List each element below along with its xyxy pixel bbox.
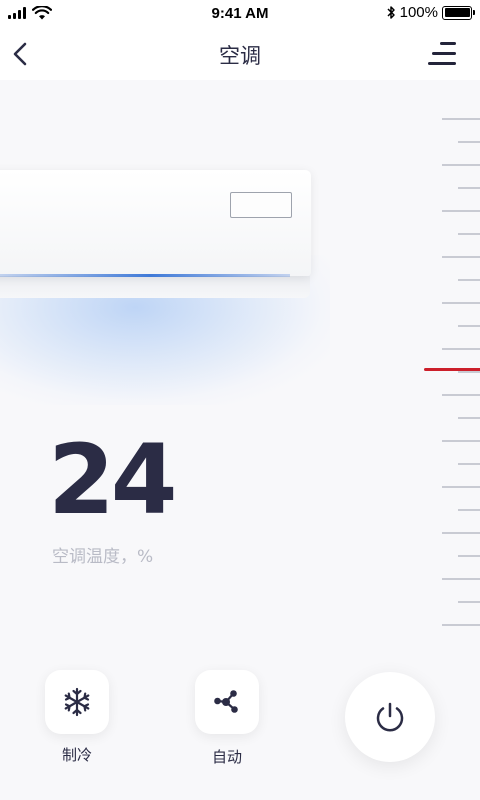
snowflake-icon: [64, 687, 90, 717]
ruler-tick: [458, 417, 480, 419]
menu-icon-line: [440, 42, 456, 45]
power-button[interactable]: [345, 672, 435, 762]
status-right: 100%: [386, 4, 475, 21]
ruler-tick: [458, 279, 480, 281]
temperature-value: 24: [48, 424, 178, 536]
battery-icon: [442, 5, 475, 20]
battery-percent: 100%: [399, 4, 438, 21]
share-nodes-icon: [214, 690, 238, 713]
ruler-tick: [442, 302, 480, 304]
ruler-tick: [458, 555, 480, 557]
nav-bar: 空调: [0, 28, 480, 80]
ruler-tick: [442, 394, 480, 396]
temperature-label: 空调温度，%: [52, 547, 154, 567]
menu-icon-line: [428, 62, 456, 65]
menu-icon-line: [432, 52, 456, 55]
ruler-tick: [442, 486, 480, 488]
ruler-tick: [442, 578, 480, 580]
ruler-tick: [458, 601, 480, 603]
menu-button[interactable]: [428, 42, 456, 66]
ruler-tick: [442, 210, 480, 212]
power-icon: [376, 702, 404, 732]
ruler-tick: [458, 371, 480, 373]
bluetooth-icon: [387, 6, 395, 19]
ruler-tick: [458, 233, 480, 235]
ruler-tick: [442, 440, 480, 442]
ruler-indicator[interactable]: [424, 368, 480, 371]
ac-vent: [0, 274, 290, 277]
ruler-tick: [458, 187, 480, 189]
ruler-tick: [458, 463, 480, 465]
status-bar: 9:41 AM 100%: [0, 0, 480, 28]
cool-mode-label: 制冷: [61, 746, 92, 764]
back-button[interactable]: [10, 40, 32, 68]
ac-illustration: [0, 80, 480, 440]
ruler-tick: [442, 164, 480, 166]
ruler-tick: [442, 624, 480, 626]
ruler-tick: [442, 256, 480, 258]
ac-unit-bottom: [0, 276, 310, 298]
ruler-tick: [458, 141, 480, 143]
temperature-ruler[interactable]: [420, 110, 480, 630]
cool-mode-button[interactable]: [45, 670, 109, 734]
ruler-tick: [442, 348, 480, 350]
ruler-tick: [442, 532, 480, 534]
ac-display-panel: [230, 192, 292, 218]
auto-mode-label: 自动: [211, 748, 242, 766]
ruler-tick: [458, 325, 480, 327]
page-title: 空调: [219, 44, 261, 68]
ruler-tick: [458, 509, 480, 511]
auto-mode-button[interactable]: [195, 670, 259, 734]
ruler-tick: [442, 118, 480, 120]
ac-unit: [0, 170, 311, 277]
